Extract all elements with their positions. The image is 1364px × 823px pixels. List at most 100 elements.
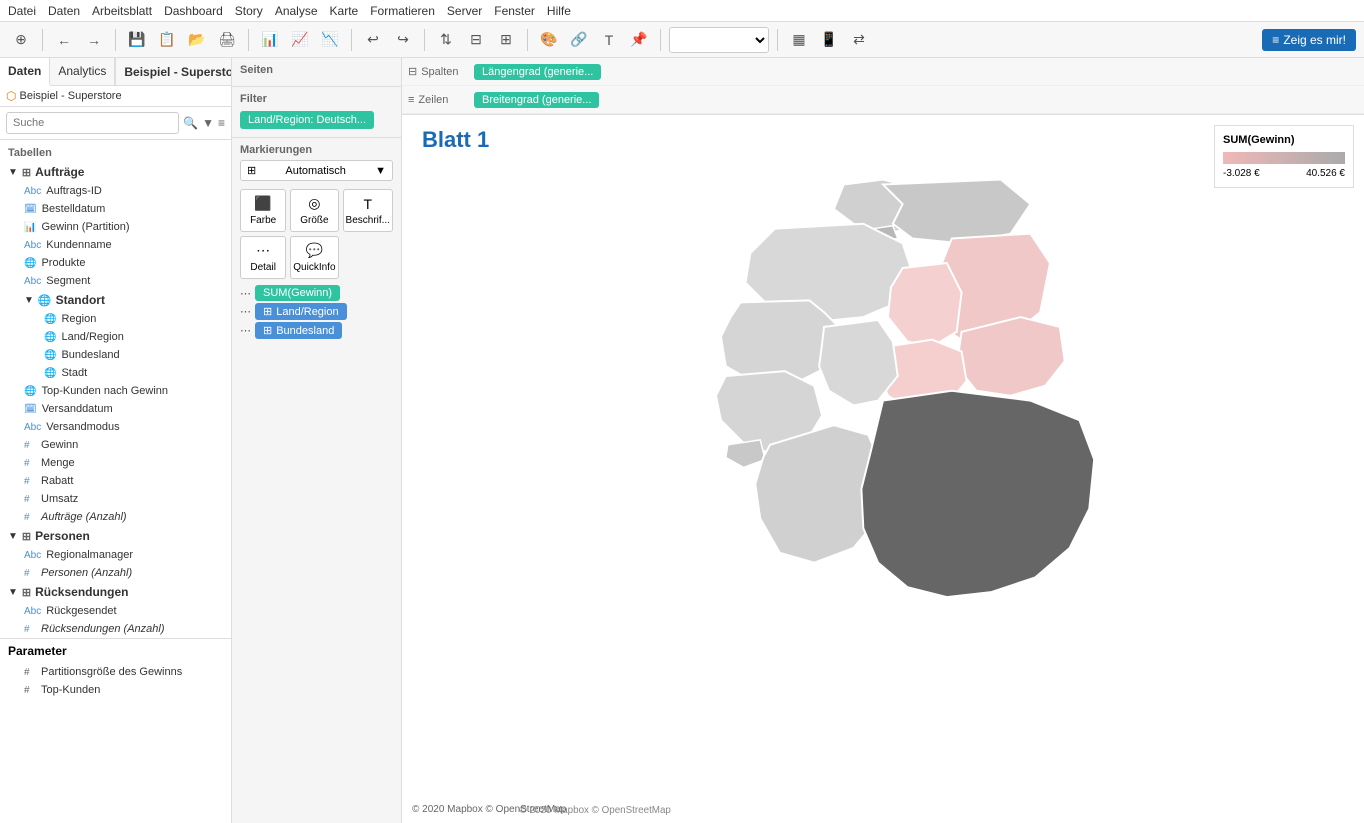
sachsen[interactable]	[957, 317, 1065, 396]
chart2-button[interactable]: 📈	[287, 27, 313, 53]
print-button[interactable]: 🖨	[214, 27, 240, 53]
view-button[interactable]: ▦	[786, 27, 812, 53]
tab-analytics[interactable]: Analytics	[50, 58, 115, 85]
field-bestelldatum[interactable]: 🗓 Bestelldatum	[0, 200, 231, 218]
field-region[interactable]: 🌐 Region	[0, 310, 231, 328]
param-top-kunden[interactable]: # Top-Kunden	[0, 681, 231, 699]
section-auftraege[interactable]: ▼ ⊞ Aufträge	[0, 162, 231, 182]
bayern[interactable]	[861, 391, 1094, 597]
pill-chip-gewinn[interactable]: SUM(Gewinn)	[255, 285, 340, 301]
undo-button[interactable]: ↩	[360, 27, 386, 53]
menu-analyse[interactable]: Analyse	[275, 4, 318, 18]
field-auftraege-anzahl[interactable]: # Aufträge (Anzahl)	[0, 508, 231, 526]
field-ruecksendungen-anzahl[interactable]: # Rücksendungen (Anzahl)	[0, 620, 231, 638]
hash-icon-pp: #	[24, 667, 36, 678]
section-ruecksendungen[interactable]: ▼ ⊞ Rücksendungen	[0, 582, 231, 602]
spalten-chip[interactable]: Längengrad (generie...	[474, 64, 601, 80]
groesse-icon: ◎	[308, 195, 320, 212]
filter-chip[interactable]: Land/Region: Deutsch...	[240, 111, 374, 129]
hash-icon-pa: #	[24, 568, 36, 579]
group-button[interactable]: ⊞	[493, 27, 519, 53]
section-standort[interactable]: ▼ 🌐 Standort	[0, 290, 231, 310]
field-personen-anzahl[interactable]: # Personen (Anzahl)	[0, 564, 231, 582]
seiten-section: Seiten	[232, 58, 401, 86]
filter-button[interactable]: ⊟	[463, 27, 489, 53]
section-personen[interactable]: ▼ ⊞ Personen	[0, 526, 231, 546]
field-segment[interactable]: Abc Segment	[0, 272, 231, 290]
menu-arbeitsblatt[interactable]: Arbeitsblatt	[92, 4, 152, 18]
link-button[interactable]: 🔗	[566, 27, 592, 53]
show-me-button[interactable]: ≡ Zeig es mir!	[1262, 29, 1356, 51]
hash-icon-u: #	[24, 494, 36, 505]
field-versandmodus[interactable]: Abc Versandmodus	[0, 418, 231, 436]
search-icon[interactable]: 🔍	[183, 116, 198, 130]
mecklenburg-vorpommern[interactable]	[883, 180, 1030, 244]
saarland[interactable]	[726, 440, 765, 468]
mark-btn-quickinfo[interactable]: 💬 QuickInfo	[290, 236, 338, 279]
style-dropdown[interactable]	[669, 27, 769, 53]
mark-btn-farbe[interactable]: ⬛ Farbe	[240, 189, 286, 232]
field-stadt[interactable]: 🌐 Stadt	[0, 364, 231, 382]
mark-btn-groesse[interactable]: ◎ Größe	[290, 189, 338, 232]
menu-story[interactable]: Story	[235, 4, 263, 18]
field-bundesland[interactable]: 🌐 Bundesland	[0, 346, 231, 364]
search-input[interactable]	[6, 112, 179, 134]
list-icon[interactable]: ≡	[218, 116, 225, 130]
spalten-label: ⊟ Spalten	[408, 65, 468, 78]
zeilen-text: Zeilen	[418, 94, 448, 106]
forward-button[interactable]: →	[81, 27, 107, 53]
color-button[interactable]: 🎨	[536, 27, 562, 53]
hash-icon-ra: #	[24, 624, 36, 635]
pin-button[interactable]: 📌	[626, 27, 652, 53]
share-button[interactable]: ⇄	[846, 27, 872, 53]
sort-button[interactable]: ⇅	[433, 27, 459, 53]
tab-daten[interactable]: Daten	[0, 58, 50, 86]
new-button[interactable]: 📋	[154, 27, 180, 53]
mark-type-dropdown[interactable]: ⊞ Automatisch ▼	[240, 160, 393, 181]
filter-icon[interactable]: ▼	[202, 116, 214, 130]
field-versanddatum[interactable]: 🗓 Versanddatum	[0, 400, 231, 418]
menu-fenster[interactable]: Fenster	[494, 4, 535, 18]
mark-btn-beschrift[interactable]: T Beschrif...	[343, 189, 393, 232]
field-produkte[interactable]: 🌐 Produkte	[0, 254, 231, 272]
mark-btn-detail[interactable]: ⋯ Detail	[240, 236, 286, 279]
zeilen-chip[interactable]: Breitengrad (generie...	[474, 92, 599, 108]
datasource-row: ⬡ Beispiel - Superstore	[0, 86, 231, 107]
save-button[interactable]: 💾	[124, 27, 150, 53]
pill-chip-land[interactable]: ⊞ Land/Region	[255, 303, 347, 320]
field-top-kunden[interactable]: 🌐 Top-Kunden nach Gewinn	[0, 382, 231, 400]
pill-chip-bundesland[interactable]: ⊞ Bundesland	[255, 322, 342, 339]
datasource-select[interactable]: Beispiel - Superstore	[120, 64, 232, 80]
chart-button[interactable]: 📊	[257, 27, 283, 53]
globe-icon-b: 🌐	[44, 350, 56, 361]
field-rabatt[interactable]: # Rabatt	[0, 472, 231, 490]
field-umsatz[interactable]: # Umsatz	[0, 490, 231, 508]
field-kundenname[interactable]: Abc Kundenname	[0, 236, 231, 254]
back-button[interactable]: ←	[51, 27, 77, 53]
field-gewinn[interactable]: # Gewinn	[0, 436, 231, 454]
chart3-button[interactable]: 📉	[317, 27, 343, 53]
redo-button[interactable]: ↪	[390, 27, 416, 53]
menu-formatieren[interactable]: Formatieren	[370, 4, 435, 18]
field-land-region[interactable]: 🌐 Land/Region	[0, 328, 231, 346]
menu-datei[interactable]: Datei	[8, 4, 36, 18]
menu-server[interactable]: Server	[447, 4, 482, 18]
field-rueckgesendet[interactable]: Abc Rückgesendet	[0, 602, 231, 620]
expand-rueck-icon: ▼	[8, 587, 18, 598]
device-button[interactable]: 📱	[816, 27, 842, 53]
menu-karte[interactable]: Karte	[330, 4, 359, 18]
field-menge[interactable]: # Menge	[0, 454, 231, 472]
field-gewinn-partition[interactable]: 📊 Gewinn (Partition)	[0, 218, 231, 236]
sachsen-anhalt[interactable]	[888, 263, 962, 347]
menu-daten[interactable]: Daten	[48, 4, 80, 18]
field-regionalmanager[interactable]: Abc Regionalmanager	[0, 546, 231, 564]
text-button[interactable]: T	[596, 27, 622, 53]
menu-hilfe[interactable]: Hilfe	[547, 4, 571, 18]
open-button[interactable]: 📂	[184, 27, 210, 53]
menu-dashboard[interactable]: Dashboard	[164, 4, 223, 18]
datasource-name[interactable]: Beispiel - Superstore	[19, 90, 121, 102]
sheet-title: Blatt 1	[422, 127, 489, 153]
param-partitionsgroesse[interactable]: # Partitionsgröße des Gewinns	[0, 663, 231, 681]
home-button[interactable]: ⊕	[8, 27, 34, 53]
field-auftrags-id[interactable]: Abc Auftrags-ID	[0, 182, 231, 200]
